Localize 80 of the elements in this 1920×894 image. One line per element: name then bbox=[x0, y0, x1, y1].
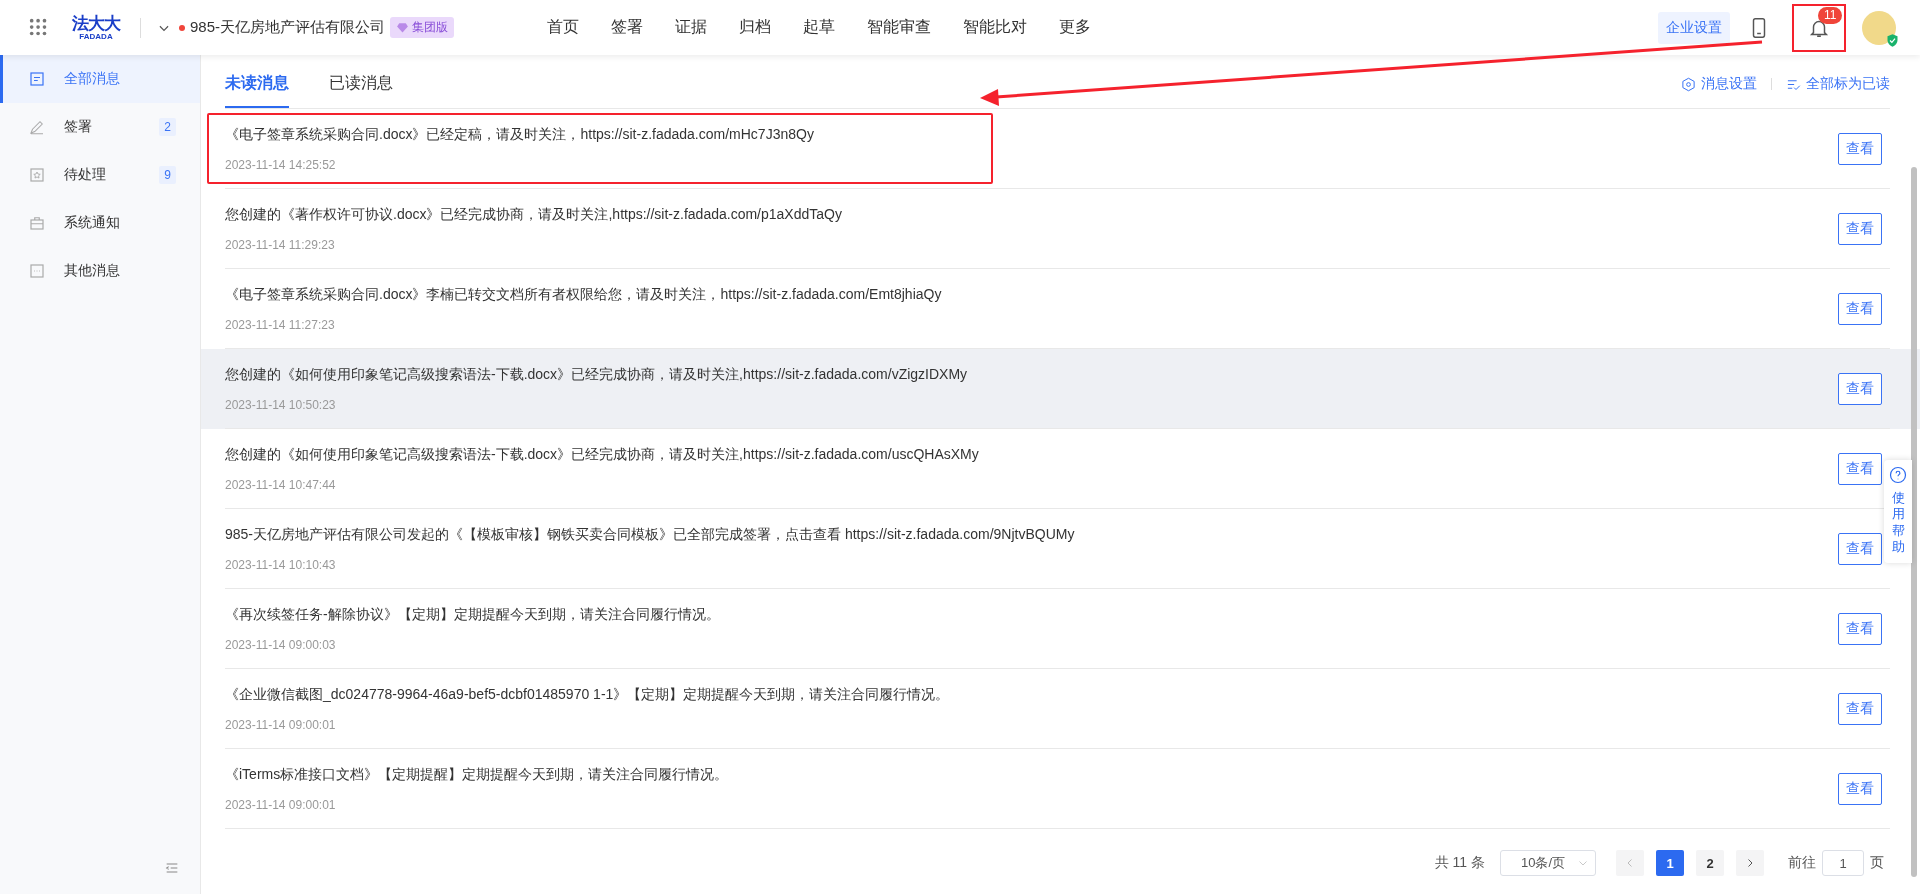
document-icon bbox=[28, 70, 46, 88]
briefcase-icon bbox=[28, 214, 46, 232]
edition-badge: 集团版 bbox=[390, 17, 455, 38]
help-icon bbox=[1889, 466, 1907, 484]
pen-icon bbox=[28, 118, 46, 136]
notification-count-badge: 11 bbox=[1818, 6, 1843, 24]
nav-link[interactable]: 首页 bbox=[531, 17, 596, 38]
message-text: 您创建的《著作权许可协议.docx》已经完成协商，请及时关注,https://sit-z.fadada.com/p1aXddTaQy bbox=[225, 205, 842, 224]
tab[interactable]: 未读消息 bbox=[225, 73, 289, 108]
nav-link[interactable]: 签署 bbox=[595, 17, 660, 38]
sidebar-item[interactable]: 全部消息 bbox=[0, 55, 200, 103]
goto-label: 前往 bbox=[1788, 854, 1816, 872]
sidebar-label: 系统通知 bbox=[64, 214, 120, 232]
settings-icon bbox=[1681, 76, 1696, 92]
mark-all-read-link[interactable]: 全部标为已读 bbox=[1786, 75, 1890, 93]
message-text: 《电子签章系统采购合同.docx》已经定稿，请及时关注，https://sit-z.fadada.com/mHc7J3n8Qy bbox=[225, 125, 814, 144]
count-badge: 9 bbox=[159, 166, 176, 184]
page-size-value: 10条/页 bbox=[1521, 854, 1566, 872]
message-time: 2023-11-14 09:00:01 bbox=[225, 797, 337, 812]
view-button[interactable]: 查看 bbox=[1838, 532, 1882, 565]
total-count: 共 11 条 bbox=[1434, 854, 1485, 872]
view-button[interactable]: 查看 bbox=[1838, 772, 1882, 805]
sidebar-item[interactable]: 签署 2 bbox=[0, 103, 200, 151]
view-button[interactable]: 查看 bbox=[1838, 212, 1882, 245]
status-dot bbox=[179, 24, 185, 31]
company-name[interactable]: 985-天亿房地产评估有限公司 bbox=[190, 18, 386, 37]
message-time: 2023-11-14 10:47:44 bbox=[225, 477, 337, 492]
nav-link[interactable]: 证据 bbox=[659, 17, 724, 38]
notification-button[interactable]: 11 bbox=[1792, 3, 1846, 52]
goto-page-field[interactable]: 1 bbox=[1822, 850, 1864, 876]
tab[interactable]: 已读消息 bbox=[329, 73, 393, 108]
enterprise-settings-button[interactable]: 企业设置 bbox=[1658, 11, 1730, 44]
view-button[interactable]: 查看 bbox=[1838, 692, 1882, 725]
scrollbar[interactable] bbox=[1911, 167, 1917, 877]
nav-link[interactable]: 更多 bbox=[1043, 17, 1108, 38]
sidebar-label: 其他消息 bbox=[64, 262, 120, 280]
star-box-icon bbox=[28, 166, 46, 184]
message-time: 2023-11-14 10:10:43 bbox=[225, 557, 337, 572]
message-text: 《企业微信截图_dc024778-9964-46a9-bef5-dcbf01485970 1-1》【定期】定期提醒今天到期，请关注合同履行情况。 bbox=[225, 685, 950, 704]
view-button[interactable]: 查看 bbox=[1838, 612, 1882, 645]
sidebar-label: 待处理 bbox=[64, 166, 106, 184]
message-text: 985-天亿房地产评估有限公司发起的《【模板审核】钢铁买卖合同模板》已全部完成签署，点击查看 https://sit-z.fadada.com/9NjtvBQUMy bbox=[225, 525, 1075, 544]
page-size-select[interactable]: 10条/页 bbox=[1500, 850, 1596, 876]
nav-link[interactable]: 起草 bbox=[787, 17, 852, 38]
page-suffix: 页 bbox=[1870, 854, 1884, 872]
message-text: 您创建的《如何使用印象笔记高级搜索语法-下载.docx》已经完成协商，请及时关注,https://sit-z.fadada.com/vZigzIDXMy bbox=[225, 365, 968, 384]
collapse-menu-icon bbox=[164, 860, 180, 876]
page-button[interactable]: 1 bbox=[1656, 850, 1684, 876]
sidebar-item[interactable]: 系统通知 bbox=[0, 199, 200, 247]
message-time: 2023-11-14 11:29:23 bbox=[225, 237, 336, 252]
sidebar-label: 全部消息 bbox=[64, 70, 120, 88]
help-label[interactable]: 使用帮助 bbox=[1891, 490, 1905, 555]
message-time: 2023-11-14 09:00:01 bbox=[225, 717, 337, 732]
sidebar-item[interactable]: 其他消息 bbox=[0, 247, 200, 295]
avatar[interactable] bbox=[1862, 10, 1896, 45]
message-text: 您创建的《如何使用印象笔记高级搜索语法-下载.docx》已经完成协商，请及时关注,https://sit-z.fadada.com/uscQHAsXMy bbox=[225, 445, 979, 464]
message-settings-link[interactable]: 消息设置 bbox=[1681, 75, 1757, 93]
message-text: 《iTerms标准接口文档》【定期提醒】定期提醒今天到期，请关注合同履行情况。 bbox=[225, 765, 729, 784]
nav-link[interactable]: 归档 bbox=[723, 17, 788, 38]
view-button[interactable]: 查看 bbox=[1838, 132, 1882, 165]
message-text: 《电子签章系统采购合同.docx》李楠已转交文档所有者权限给您，请及时关注，https://sit-z.fadada.com/Emt8jhiaQy bbox=[225, 285, 942, 304]
count-badge: 2 bbox=[159, 118, 176, 136]
message-time: 2023-11-14 14:25:52 bbox=[225, 157, 337, 172]
message-time: 2023-11-14 11:27:23 bbox=[225, 317, 336, 332]
sidebar-item[interactable]: 待处理 9 bbox=[0, 151, 200, 199]
nav-link[interactable]: 智能审查 bbox=[851, 17, 948, 38]
message-text: 《再次续签任务-解除协议》【定期】定期提醒今天到期，请关注合同履行情况。 bbox=[225, 605, 720, 624]
nav-link[interactable]: 智能比对 bbox=[947, 17, 1044, 38]
view-button[interactable]: 查看 bbox=[1838, 452, 1882, 485]
logo-text: 法大大 bbox=[72, 14, 120, 32]
logo-wordmark: FADADA bbox=[79, 32, 113, 41]
verified-shield-icon bbox=[1885, 32, 1900, 48]
view-button[interactable]: 查看 bbox=[1838, 372, 1882, 405]
dots-box-icon bbox=[28, 262, 46, 280]
sidebar-label: 签署 bbox=[64, 118, 92, 136]
message-time: 2023-11-14 10:50:23 bbox=[225, 397, 337, 412]
message-time: 2023-11-14 09:00:03 bbox=[225, 637, 337, 652]
page-button[interactable]: 2 bbox=[1696, 850, 1724, 876]
view-button[interactable]: 查看 bbox=[1838, 292, 1882, 325]
diamond-icon bbox=[396, 21, 410, 34]
